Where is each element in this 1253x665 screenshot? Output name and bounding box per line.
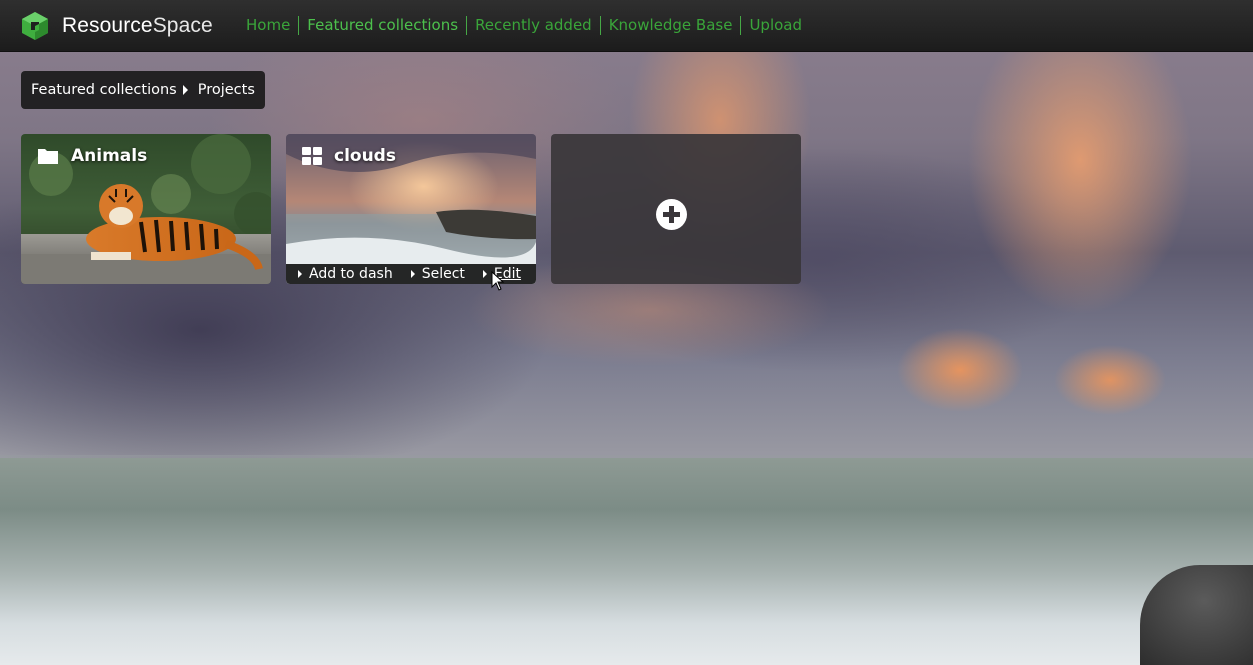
edit-link[interactable]: Edit <box>482 266 522 282</box>
breadcrumb-featured-collections[interactable]: Featured collections <box>31 82 177 98</box>
breadcrumb: Featured collections Projects <box>21 71 265 109</box>
tile-animals[interactable]: Animals <box>21 134 271 284</box>
plus-circle-icon <box>656 199 687 230</box>
tile-animals-label: Animals <box>71 146 148 166</box>
select-label: Select <box>421 266 465 282</box>
header-bar: ResourceSpace Home Featured collections … <box>0 0 1253 52</box>
nav-recently-added[interactable]: Recently added <box>466 16 600 35</box>
nav-home[interactable]: Home <box>238 16 298 35</box>
folder-icon <box>37 147 59 165</box>
logo-cube-icon <box>22 12 48 40</box>
select-link[interactable]: Select <box>410 266 465 282</box>
add-to-dash-label: Add to dash <box>309 266 393 282</box>
tile-clouds-actions: Add to dash Select Edit <box>286 264 536 284</box>
nav-featured-collections[interactable]: Featured collections <box>298 16 466 35</box>
nav-knowledge-base[interactable]: Knowledge Base <box>599 16 741 35</box>
add-to-dash-link[interactable]: Add to dash <box>298 266 393 282</box>
tile-animals-title: Animals <box>37 146 147 166</box>
breadcrumb-separator-icon <box>182 85 188 95</box>
add-new-tile[interactable] <box>551 134 801 284</box>
grid-icon <box>302 147 322 165</box>
edit-label: Edit <box>493 266 522 282</box>
app-name-bold: Resource <box>62 14 153 37</box>
tile-clouds-label: clouds <box>334 146 396 166</box>
caret-right-icon <box>298 270 302 278</box>
background-sea <box>0 458 1253 665</box>
app-logo[interactable]: ResourceSpace <box>20 11 213 41</box>
tile-clouds-title: clouds <box>302 146 396 166</box>
nav-upload[interactable]: Upload <box>740 16 810 35</box>
app-name-light: Space <box>152 14 213 37</box>
tile-clouds[interactable]: clouds Add to dash Select Edit <box>286 134 536 284</box>
app-name: ResourceSpace <box>62 14 213 38</box>
main-nav: Home Featured collections Recently added… <box>238 16 810 35</box>
breadcrumb-projects[interactable]: Projects <box>198 82 255 98</box>
caret-right-icon <box>482 270 487 278</box>
caret-right-icon <box>410 270 415 278</box>
